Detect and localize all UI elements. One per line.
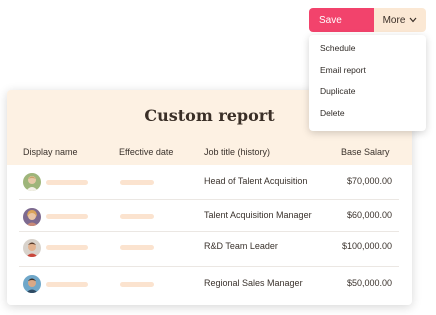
avatar [23, 173, 41, 191]
date-placeholder [120, 180, 154, 185]
name-placeholder [46, 282, 88, 287]
col-base-salary[interactable]: Base Salary [341, 147, 390, 157]
menu-item-schedule[interactable]: Schedule [320, 43, 355, 53]
job-title-cell: R&D Team Leader [204, 241, 278, 251]
job-title-cell: Head of Talent Acquisition [204, 176, 308, 186]
more-menu: Schedule Email report Duplicate Delete [309, 35, 426, 131]
salary-cell: $100,000.00 [341, 241, 392, 251]
date-placeholder [120, 282, 154, 287]
menu-item-email-report[interactable]: Email report [320, 65, 366, 75]
table-row[interactable]: Talent Acquisition Manager $60,000.00 [7, 200, 412, 233]
col-job-title[interactable]: Job title (history) [204, 147, 270, 157]
menu-item-duplicate[interactable]: Duplicate [320, 86, 355, 96]
col-effective-date[interactable]: Effective date [119, 147, 173, 157]
chevron-down-icon [409, 15, 417, 26]
job-title-cell: Talent Acquisition Manager [204, 210, 312, 220]
table-row[interactable]: Regional Sales Manager $50,000.00 [7, 267, 412, 300]
job-title-cell: Regional Sales Manager [204, 278, 303, 288]
save-button[interactable]: Save [309, 8, 374, 32]
name-placeholder [46, 180, 88, 185]
date-placeholder [120, 245, 154, 250]
salary-cell: $60,000.00 [346, 210, 392, 220]
more-button[interactable]: More [374, 8, 426, 32]
save-label: Save [319, 14, 342, 26]
avatar [23, 239, 41, 257]
date-placeholder [120, 214, 154, 219]
name-placeholder [46, 214, 88, 219]
salary-cell: $50,000.00 [346, 278, 392, 288]
col-display-name[interactable]: Display name [23, 147, 78, 157]
avatar [23, 275, 41, 293]
table-row[interactable]: Head of Talent Acquisition $70,000.00 [7, 165, 412, 198]
name-placeholder [46, 245, 88, 250]
more-label: More [382, 14, 406, 26]
table-row[interactable]: R&D Team Leader $100,000.00 [7, 232, 412, 265]
salary-cell: $70,000.00 [346, 176, 392, 186]
menu-item-delete[interactable]: Delete [320, 108, 345, 118]
avatar [23, 208, 41, 226]
